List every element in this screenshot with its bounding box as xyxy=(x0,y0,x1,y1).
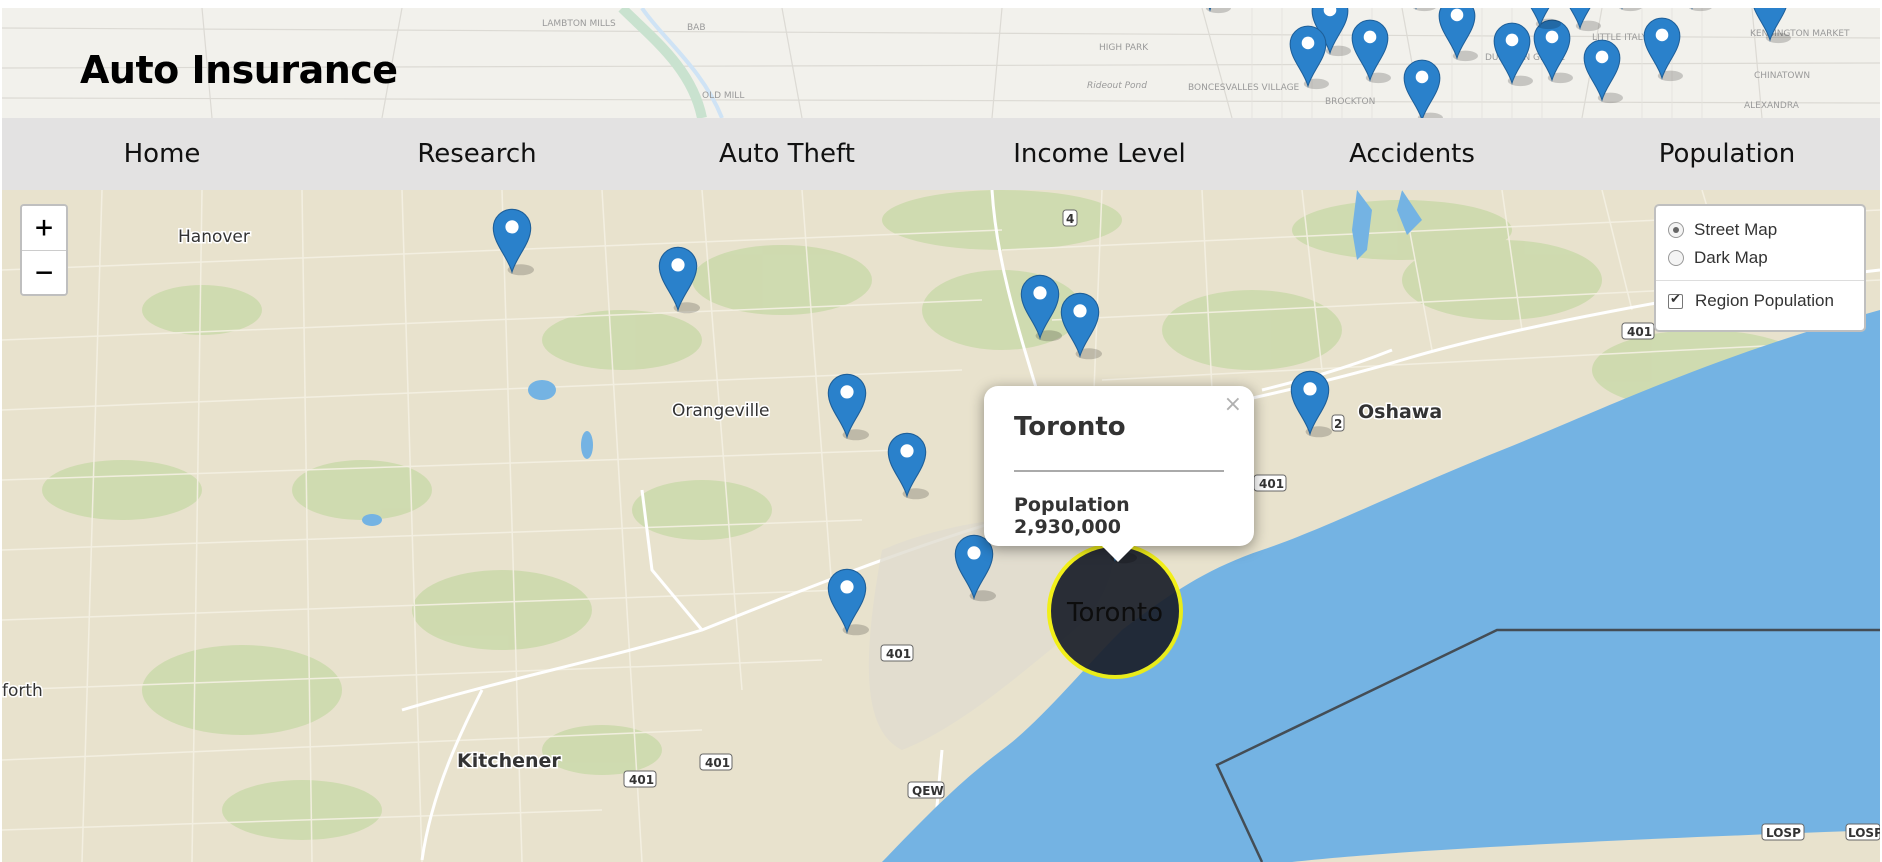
popup-toronto: × Toronto Population 2,930,000 xyxy=(984,386,1254,562)
population-circle-label: Toronto xyxy=(1066,598,1163,628)
layers-separator xyxy=(1656,280,1864,281)
layer-option-street-map[interactable]: Street Map xyxy=(1668,216,1852,244)
place-label-kitchener: Kitchener xyxy=(457,750,561,772)
road-shield-401-d: 401 xyxy=(886,647,911,661)
nav-income-level[interactable]: Income Level xyxy=(1007,118,1192,190)
nav-population[interactable]: Population xyxy=(1642,118,1812,190)
layer-option-dark-map[interactable]: Dark Map xyxy=(1668,244,1852,272)
map-label-kensington: KENSINGTON MARKET xyxy=(1750,29,1850,39)
map-label-chinatown: CHINATOWN xyxy=(1754,71,1810,81)
map-canvas[interactable]: 4 401 401 401 401 401 401 QEW 2 LOSP xyxy=(2,190,1880,862)
road-shield-401-b: 401 xyxy=(1627,325,1652,339)
map-label-alexandra: ALEXANDRA xyxy=(1744,101,1800,111)
road-shield-401-c: 401 xyxy=(1259,477,1284,491)
road-shield-4: 4 xyxy=(1066,212,1074,226)
base-map[interactable]: 4 401 401 401 401 401 401 QEW 2 LOSP xyxy=(2,190,1880,862)
popup-title: Toronto xyxy=(1014,412,1126,442)
population-circle-toronto[interactable]: Toronto xyxy=(1047,543,1183,679)
road-shield-401-f: 401 xyxy=(629,773,654,787)
place-label-oshawa: Oshawa xyxy=(1358,401,1442,423)
brand-title[interactable]: Auto Insurance xyxy=(80,48,398,92)
place-label-hanover: Hanover xyxy=(178,227,250,247)
nav-auto-theft[interactable]: Auto Theft xyxy=(707,118,867,190)
layer-label-dark-map: Dark Map xyxy=(1694,248,1768,267)
radio-dark-map[interactable] xyxy=(1668,250,1684,266)
page: LAMBTON MILLS BAB HIGH PARK Rideout Pond… xyxy=(0,0,1882,862)
nav-research[interactable]: Research xyxy=(397,118,557,190)
map-label-bab: BAB xyxy=(687,23,706,33)
map-label-rideout-pond: Rideout Pond xyxy=(1087,81,1147,91)
zoom-out-button[interactable]: − xyxy=(22,250,66,294)
checkbox-region-population[interactable] xyxy=(1668,292,1683,309)
layer-label-street-map: Street Map xyxy=(1694,220,1778,239)
road-shield-losp-a: LOSP xyxy=(1766,826,1801,840)
zoom-in-button[interactable]: + xyxy=(22,206,66,250)
place-label-seaforth: forth xyxy=(2,681,43,701)
main-nav: Home Research Auto Theft Income Level Ac… xyxy=(2,118,1880,190)
nav-accidents[interactable]: Accidents xyxy=(1332,118,1492,190)
road-shield-401-e: 401 xyxy=(705,756,730,770)
popup-close-button[interactable]: × xyxy=(1224,392,1242,417)
radio-street-map[interactable] xyxy=(1668,222,1684,238)
road-shield-losp-b: LOSP xyxy=(1848,826,1880,840)
overlay-label-region-population: Region Population xyxy=(1695,291,1834,310)
zoom-control: + − xyxy=(20,204,68,296)
map-label-old-mill: OLD MILL xyxy=(702,91,744,101)
map-label-lambton-mills: LAMBTON MILLS xyxy=(542,19,616,29)
popup-divider xyxy=(1014,470,1224,472)
map-label-boncesvalles: BONCESVALLES VILLAGE xyxy=(1188,83,1300,93)
popup-body: Population 2,930,000 xyxy=(1014,494,1130,538)
road-shield-qew: QEW xyxy=(912,784,944,798)
nav-home[interactable]: Home xyxy=(97,118,227,190)
map-label-brockton: BROCKTON xyxy=(1325,97,1375,107)
map-label-high-park: HIGH PARK xyxy=(1099,43,1149,53)
layers-control: Street Map Dark Map Region Population xyxy=(1654,204,1866,332)
road-shield-2: 2 xyxy=(1334,417,1342,431)
place-label-orangeville: Orangeville xyxy=(672,401,770,421)
overlay-option-region-population[interactable]: Region Population xyxy=(1668,287,1852,315)
header: LAMBTON MILLS BAB HIGH PARK Rideout Pond… xyxy=(2,8,1880,118)
